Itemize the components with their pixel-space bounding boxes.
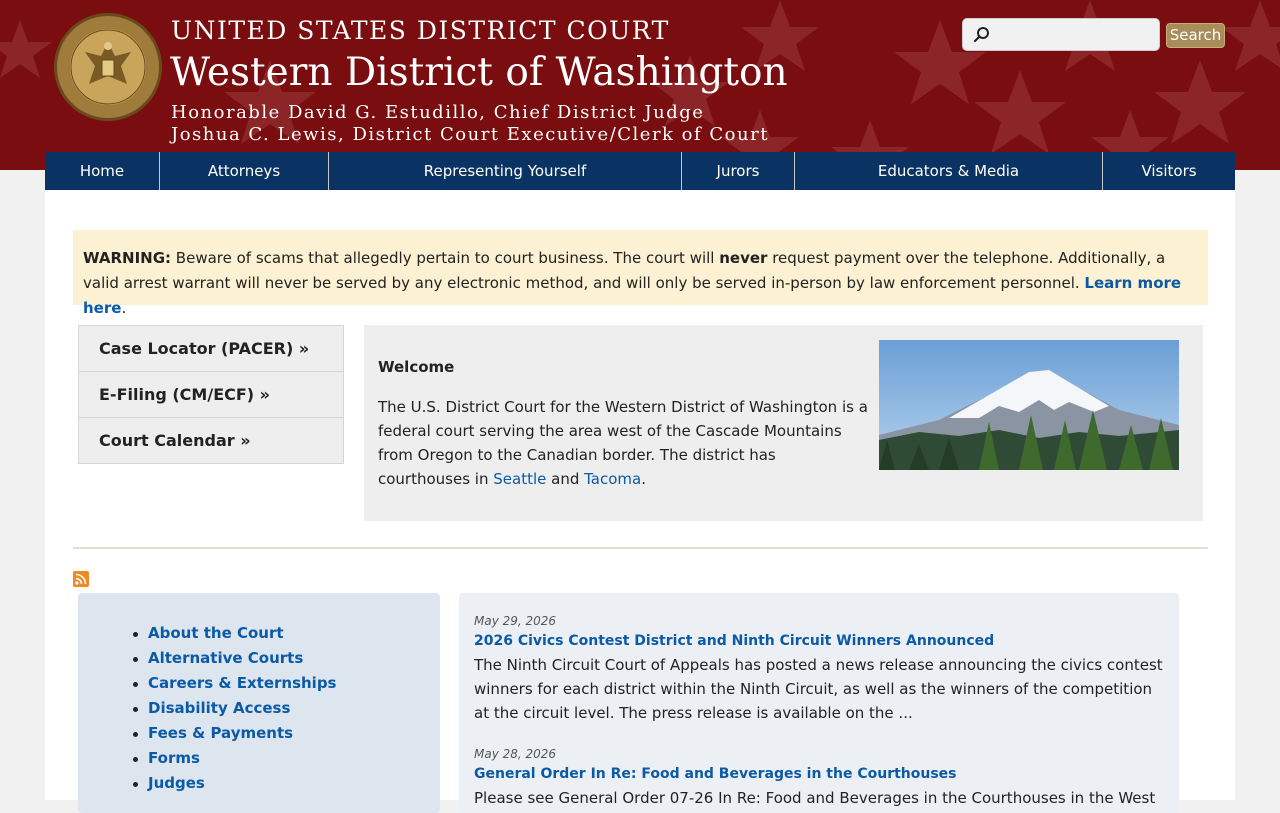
- tacoma-link[interactable]: Tacoma: [584, 470, 641, 488]
- main-nav: Home Attorneys Representing Yourself Jur…: [45, 152, 1235, 190]
- news-item: May 28, 2026 General Order In Re: Food a…: [474, 747, 1164, 810]
- news-panel: May 29, 2026 2026 Civics Contest Distric…: [459, 593, 1179, 813]
- nav-representing-yourself[interactable]: Representing Yourself: [329, 152, 682, 190]
- seattle-link[interactable]: Seattle: [493, 470, 546, 488]
- search-icon: [973, 27, 989, 43]
- sidebar-item-fees-payments[interactable]: Fees & Payments: [132, 721, 336, 746]
- news-title-link[interactable]: 2026 Civics Contest District and Ninth C…: [474, 633, 1164, 649]
- nav-attorneys[interactable]: Attorneys: [160, 152, 329, 190]
- scam-warning: WARNING: Beware of scams that allegedly …: [73, 230, 1208, 317]
- quick-link-case-locator[interactable]: Case Locator (PACER) »: [79, 326, 343, 372]
- nav-home[interactable]: Home: [45, 152, 160, 190]
- nav-visitors[interactable]: Visitors: [1103, 152, 1235, 190]
- news-item: May 29, 2026 2026 Civics Contest Distric…: [474, 614, 1164, 725]
- search-box: [962, 18, 1160, 51]
- court-seal-logo: [54, 13, 162, 121]
- clerk-line: Joshua C. Lewis, District Court Executiv…: [171, 124, 769, 145]
- search-button[interactable]: Search: [1166, 23, 1225, 48]
- welcome-and: and: [546, 470, 585, 488]
- quick-link-e-filing[interactable]: E-Filing (CM/ECF) »: [79, 372, 343, 418]
- warning-end: .: [121, 299, 127, 317]
- welcome-title: Welcome: [378, 358, 455, 376]
- sidebar-item-forms[interactable]: Forms: [132, 746, 336, 771]
- quick-links: Case Locator (PACER) » E-Filing (CM/ECF)…: [78, 325, 344, 464]
- news-date: May 28, 2026: [474, 747, 557, 761]
- news-date: May 29, 2026: [474, 614, 557, 628]
- news-body: Please see General Order 07-26 In Re: Fo…: [474, 789, 1156, 807]
- court-name: UNITED STATES DISTRICT COURT: [171, 16, 670, 45]
- site-header: UNITED STATES DISTRICT COURT Western Dis…: [0, 0, 1280, 170]
- quick-link-court-calendar[interactable]: Court Calendar »: [79, 418, 343, 463]
- news-body: The Ninth Circuit Court of Appeals has p…: [474, 656, 1163, 722]
- warning-emphasis: never: [719, 249, 768, 267]
- news-title-link[interactable]: General Order In Re: Food and Beverages …: [474, 766, 1164, 782]
- nav-educators-media[interactable]: Educators & Media: [795, 152, 1103, 190]
- sidebar-item-alternative-courts[interactable]: Alternative Courts: [132, 646, 336, 671]
- sidebar-item-careers-externships[interactable]: Careers & Externships: [132, 671, 336, 696]
- sidebar-item-about-the-court[interactable]: About the Court: [132, 621, 336, 646]
- district-name: Western District of Washington: [170, 50, 788, 95]
- sidebar-item-disability-access[interactable]: Disability Access: [132, 696, 336, 721]
- main-content: WARNING: Beware of scams that allegedly …: [45, 190, 1235, 813]
- welcome-end: .: [641, 470, 647, 488]
- rss-feed-icon[interactable]: [73, 571, 89, 587]
- nav-jurors[interactable]: Jurors: [682, 152, 795, 190]
- welcome-text: The U.S. District Court for the Western …: [378, 395, 868, 491]
- section-divider: [73, 547, 1208, 549]
- sidebar-item-judges[interactable]: Judges: [132, 771, 336, 796]
- search-input[interactable]: [997, 23, 1151, 49]
- mount-rainier-image: [879, 340, 1179, 470]
- sidebar-links: About the Court Alternative Courts Caree…: [78, 593, 440, 813]
- welcome-panel: Welcome The U.S. District Court for the …: [364, 325, 1203, 521]
- warning-label: WARNING:: [83, 249, 172, 267]
- sidebar-list: About the Court Alternative Courts Caree…: [132, 621, 336, 796]
- chief-judge-line: Honorable David G. Estudillo, Chief Dist…: [171, 102, 705, 123]
- warning-text-1: Beware of scams that allegedly pertain t…: [171, 249, 720, 267]
